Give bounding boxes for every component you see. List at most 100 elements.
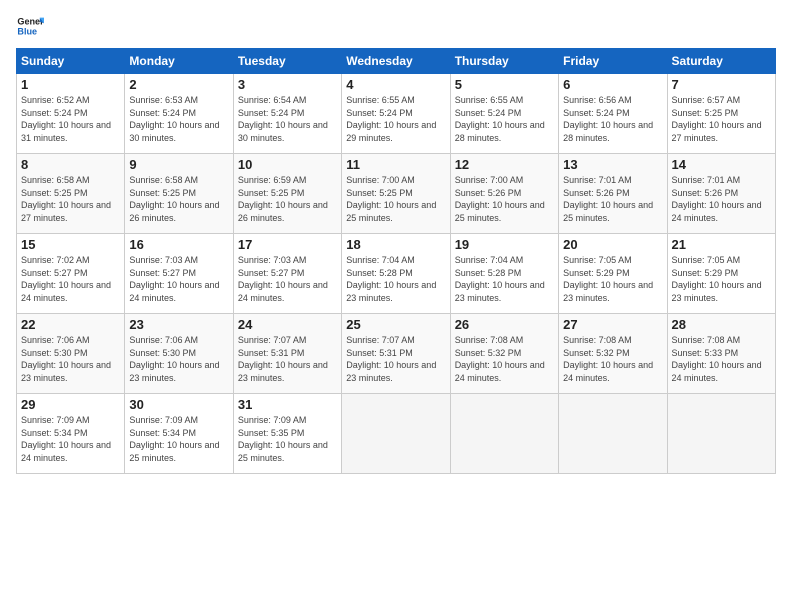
day-info: Sunrise: 7:01 AMSunset: 5:26 PMDaylight:… <box>672 174 771 224</box>
day-number: 19 <box>455 237 554 252</box>
calendar-cell: 5Sunrise: 6:55 AMSunset: 5:24 PMDaylight… <box>450 74 558 154</box>
day-number: 28 <box>672 317 771 332</box>
calendar-cell: 12Sunrise: 7:00 AMSunset: 5:26 PMDayligh… <box>450 154 558 234</box>
day-info: Sunrise: 7:06 AMSunset: 5:30 PMDaylight:… <box>21 334 120 384</box>
calendar-cell: 23 Sunrise: 7:06 AMSunset: 5:30 PMDayligh… <box>125 314 233 394</box>
day-info: Sunrise: 6:57 AMSunset: 5:25 PMDaylight:… <box>672 94 771 144</box>
calendar-cell: 3 Sunrise: 6:54 AMSunset: 5:24 PMDaylight… <box>233 74 341 154</box>
day-number: 13 <box>563 157 662 172</box>
day-number: 8 <box>21 157 120 172</box>
day-number: 4 <box>346 77 445 92</box>
day-number: 9 <box>129 157 228 172</box>
day-info: Sunrise: 7:04 AMSunset: 5:28 PMDaylight:… <box>455 254 554 304</box>
day-info: Sunrise: 7:03 AMSunset: 5:27 PMDaylight:… <box>129 254 228 304</box>
calendar-cell: 28 Sunrise: 7:08 AMSunset: 5:33 PMDayligh… <box>667 314 775 394</box>
day-number: 14 <box>672 157 771 172</box>
calendar-cell: 27 Sunrise: 7:08 AMSunset: 5:32 PMDayligh… <box>559 314 667 394</box>
day-info: Sunrise: 7:03 AMSunset: 5:27 PMDaylight:… <box>238 254 337 304</box>
day-number: 30 <box>129 397 228 412</box>
column-header-thursday: Thursday <box>450 49 558 74</box>
logo: General Blue <box>16 12 48 40</box>
day-info: Sunrise: 7:06 AMSunset: 5:30 PMDaylight:… <box>129 334 228 384</box>
calendar-cell: 29 Sunrise: 7:09 AMSunset: 5:34 PMDayligh… <box>17 394 125 474</box>
calendar-cell: 16 Sunrise: 7:03 AMSunset: 5:27 PMDayligh… <box>125 234 233 314</box>
calendar-cell: 4 Sunrise: 6:55 AMSunset: 5:24 PMDaylight… <box>342 74 450 154</box>
calendar-cell: 17 Sunrise: 7:03 AMSunset: 5:27 PMDayligh… <box>233 234 341 314</box>
calendar-cell: 13 Sunrise: 7:01 AMSunset: 5:26 PMDayligh… <box>559 154 667 234</box>
calendar-table: SundayMondayTuesdayWednesdayThursdayFrid… <box>16 48 776 474</box>
calendar-week-2: 8 Sunrise: 6:58 AMSunset: 5:25 PMDaylight… <box>17 154 776 234</box>
day-number: 29 <box>21 397 120 412</box>
day-info: Sunrise: 7:08 AMSunset: 5:32 PMDaylight:… <box>563 334 662 384</box>
calendar-cell: 24 Sunrise: 7:07 AMSunset: 5:31 PMDayligh… <box>233 314 341 394</box>
calendar-cell <box>559 394 667 474</box>
calendar-cell: 9Sunrise: 6:58 AMSunset: 5:25 PMDaylight… <box>125 154 233 234</box>
day-info: Sunrise: 6:59 AMSunset: 5:25 PMDaylight:… <box>238 174 337 224</box>
calendar-cell: 11 Sunrise: 7:00 AMSunset: 5:25 PMDayligh… <box>342 154 450 234</box>
day-info: Sunrise: 6:53 AMSunset: 5:24 PMDaylight:… <box>129 94 228 144</box>
calendar-cell: 20 Sunrise: 7:05 AMSunset: 5:29 PMDayligh… <box>559 234 667 314</box>
day-number: 22 <box>21 317 120 332</box>
day-info: Sunrise: 7:00 AMSunset: 5:25 PMDaylight:… <box>346 174 445 224</box>
day-number: 18 <box>346 237 445 252</box>
column-header-friday: Friday <box>559 49 667 74</box>
day-number: 24 <box>238 317 337 332</box>
svg-text:Blue: Blue <box>17 26 37 36</box>
column-header-tuesday: Tuesday <box>233 49 341 74</box>
day-info: Sunrise: 7:07 AMSunset: 5:31 PMDaylight:… <box>238 334 337 384</box>
day-number: 23 <box>129 317 228 332</box>
calendar-cell <box>667 394 775 474</box>
day-info: Sunrise: 7:08 AMSunset: 5:33 PMDaylight:… <box>672 334 771 384</box>
calendar-cell: 14 Sunrise: 7:01 AMSunset: 5:26 PMDayligh… <box>667 154 775 234</box>
calendar-cell: 10 Sunrise: 6:59 AMSunset: 5:25 PMDayligh… <box>233 154 341 234</box>
calendar-header: General Blue <box>16 12 776 40</box>
day-number: 20 <box>563 237 662 252</box>
day-number: 25 <box>346 317 445 332</box>
calendar-cell: 26 Sunrise: 7:08 AMSunset: 5:32 PMDayligh… <box>450 314 558 394</box>
calendar-cell: 7Sunrise: 6:57 AMSunset: 5:25 PMDaylight… <box>667 74 775 154</box>
calendar-week-1: 1 Sunrise: 6:52 AMSunset: 5:24 PMDaylight… <box>17 74 776 154</box>
day-info: Sunrise: 7:04 AMSunset: 5:28 PMDaylight:… <box>346 254 445 304</box>
day-number: 1 <box>21 77 120 92</box>
day-info: Sunrise: 7:01 AMSunset: 5:26 PMDaylight:… <box>563 174 662 224</box>
day-info: Sunrise: 7:05 AMSunset: 5:29 PMDaylight:… <box>563 254 662 304</box>
calendar-cell <box>342 394 450 474</box>
column-header-monday: Monday <box>125 49 233 74</box>
day-number: 17 <box>238 237 337 252</box>
day-info: Sunrise: 7:09 AMSunset: 5:35 PMDaylight:… <box>238 414 337 464</box>
day-info: Sunrise: 6:58 AMSunset: 5:25 PMDaylight:… <box>21 174 120 224</box>
day-info: Sunrise: 6:54 AMSunset: 5:24 PMDaylight:… <box>238 94 337 144</box>
day-number: 31 <box>238 397 337 412</box>
day-number: 11 <box>346 157 445 172</box>
day-info: Sunrise: 6:55 AMSunset: 5:24 PMDaylight:… <box>346 94 445 144</box>
day-number: 26 <box>455 317 554 332</box>
day-info: Sunrise: 7:09 AMSunset: 5:34 PMDaylight:… <box>129 414 228 464</box>
day-number: 27 <box>563 317 662 332</box>
day-info: Sunrise: 6:56 AMSunset: 5:24 PMDaylight:… <box>563 94 662 144</box>
calendar-week-4: 22 Sunrise: 7:06 AMSunset: 5:30 PMDayligh… <box>17 314 776 394</box>
calendar-cell: 30 Sunrise: 7:09 AMSunset: 5:34 PMDayligh… <box>125 394 233 474</box>
day-info: Sunrise: 7:08 AMSunset: 5:32 PMDaylight:… <box>455 334 554 384</box>
day-number: 2 <box>129 77 228 92</box>
day-info: Sunrise: 7:05 AMSunset: 5:29 PMDaylight:… <box>672 254 771 304</box>
day-info: Sunrise: 7:07 AMSunset: 5:31 PMDaylight:… <box>346 334 445 384</box>
day-number: 12 <box>455 157 554 172</box>
day-number: 3 <box>238 77 337 92</box>
day-info: Sunrise: 7:09 AMSunset: 5:34 PMDaylight:… <box>21 414 120 464</box>
day-number: 10 <box>238 157 337 172</box>
day-info: Sunrise: 6:52 AMSunset: 5:24 PMDaylight:… <box>21 94 120 144</box>
column-header-sunday: Sunday <box>17 49 125 74</box>
calendar-cell: 1 Sunrise: 6:52 AMSunset: 5:24 PMDaylight… <box>17 74 125 154</box>
calendar-cell: 25 Sunrise: 7:07 AMSunset: 5:31 PMDayligh… <box>342 314 450 394</box>
calendar-container: General Blue SundayMondayTuesdayWednesda… <box>0 0 792 482</box>
calendar-cell: 21 Sunrise: 7:05 AMSunset: 5:29 PMDayligh… <box>667 234 775 314</box>
calendar-cell: 8 Sunrise: 6:58 AMSunset: 5:25 PMDaylight… <box>17 154 125 234</box>
calendar-cell: 6 Sunrise: 6:56 AMSunset: 5:24 PMDaylight… <box>559 74 667 154</box>
day-number: 16 <box>129 237 228 252</box>
day-number: 6 <box>563 77 662 92</box>
day-number: 21 <box>672 237 771 252</box>
calendar-cell: 31 Sunrise: 7:09 AMSunset: 5:35 PMDayligh… <box>233 394 341 474</box>
column-header-wednesday: Wednesday <box>342 49 450 74</box>
calendar-cell <box>450 394 558 474</box>
day-info: Sunrise: 6:55 AMSunset: 5:24 PMDaylight:… <box>455 94 554 144</box>
